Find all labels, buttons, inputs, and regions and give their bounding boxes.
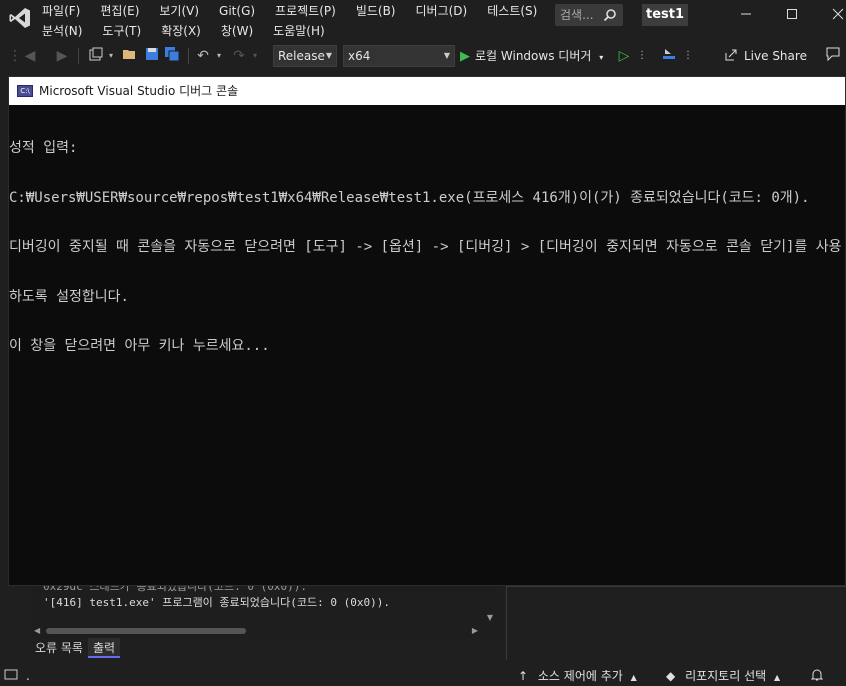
play-icon: ▶ [460, 49, 470, 64]
menu-item[interactable]: 확장(X) [161, 22, 201, 40]
console-title: Microsoft Visual Studio 디버그 콘솔 [39, 84, 239, 98]
menu-item[interactable]: 빌드(B) [356, 2, 396, 20]
status-panel-icon[interactable] [4, 666, 18, 686]
minimize-icon [741, 13, 751, 15]
output-vertical-scrollbar[interactable]: ▼ [482, 586, 498, 624]
debug-extras-icon[interactable]: ⋮ [636, 46, 648, 66]
maximize-icon [787, 9, 797, 19]
new-project-icon[interactable] [86, 46, 106, 66]
solution-configuration-select[interactable]: Release ▼ [273, 45, 337, 67]
menu-item[interactable]: 창(W) [221, 22, 253, 40]
toolbar-overflow-icon[interactable]: ⋮ [682, 46, 694, 66]
standard-toolbar: ⋮ ◀ ▶ ▾ ↶ ▾ ↷ ▾ Release ▼ x64 ▼ ▶ 로컬 Wind… [0, 42, 846, 70]
start-debugging-button[interactable]: ▶ 로컬 Windows 디버거 ▾ [460, 45, 603, 67]
live-share-icon [725, 49, 737, 61]
save-all-icon[interactable] [162, 46, 182, 66]
feedback-icon[interactable] [824, 46, 842, 66]
add-to-source-control-button[interactable]: ↑ 소스 제어에 추가 ▲ [518, 666, 637, 686]
scroll-right-arrow-icon[interactable]: ▶ [472, 624, 478, 638]
solution-platform-select[interactable]: x64 ▼ [343, 45, 455, 67]
back-navigation-icon[interactable]: ◀ [20, 46, 40, 66]
tab-output[interactable]: 출력 [87, 638, 121, 658]
right-tool-panel [506, 586, 846, 660]
console-line: 성적 입력: [9, 140, 78, 156]
run-label: 로컬 Windows 디버거 [475, 49, 592, 63]
notifications-bell-icon[interactable] [810, 666, 824, 686]
project-name-badge[interactable]: test1 [642, 4, 688, 26]
debug-console-window[interactable]: C:\ Microsoft Visual Studio 디버그 콘솔 성적 입력… [8, 76, 846, 586]
undo-dropdown-icon[interactable]: ▾ [214, 46, 224, 66]
menu-item[interactable]: 도구(T) [102, 22, 141, 40]
new-project-dropdown-icon[interactable]: ▾ [106, 46, 116, 66]
scroll-left-arrow-icon[interactable]: ◀ [34, 624, 40, 638]
minimize-button[interactable] [736, 6, 756, 26]
arrow-up-icon: ↑ [518, 669, 529, 683]
chevron-down-icon: ▼ [443, 51, 450, 60]
console-line: C:₩Users₩USER₩source₩repos₩test1₩x64₩Rel… [9, 189, 810, 206]
menu-item[interactable]: 디버그(D) [416, 2, 468, 20]
undo-icon[interactable]: ↶ [194, 46, 212, 66]
step-icon[interactable] [660, 46, 678, 66]
visual-studio-logo-icon[interactable] [8, 6, 32, 30]
menu-item[interactable]: 파일(F) [42, 2, 80, 20]
platform-value: x64 [348, 49, 371, 63]
search-placeholder: 검색... [560, 8, 594, 22]
scrollbar-thumb[interactable] [46, 628, 246, 634]
toolbar-separator [78, 48, 79, 64]
configuration-value: Release [278, 49, 325, 63]
toolbar-grip[interactable]: ⋮ [8, 46, 22, 66]
repository-label: 리포지토리 선택 [685, 669, 767, 683]
left-dock-strip [0, 70, 8, 666]
menu-item[interactable]: Git(G) [219, 2, 255, 20]
start-without-debugging-icon[interactable]: ▷ [616, 46, 632, 66]
console-title-bar[interactable]: C:\ Microsoft Visual Studio 디버그 콘솔 [9, 77, 845, 105]
menu-item[interactable]: 분석(N) [42, 22, 82, 40]
save-icon[interactable] [142, 46, 162, 66]
maximize-button[interactable] [782, 6, 802, 26]
console-line: 하도록 설정합니다. [9, 288, 129, 305]
select-repository-button[interactable]: ◆ 리포지토리 선택 ▲ [666, 666, 780, 686]
search-icon [603, 7, 617, 29]
search-box[interactable]: 검색... [555, 4, 623, 26]
source-control-label: 소스 제어에 추가 [537, 669, 623, 683]
output-line: '[416] test1.exe' 프로그램이 종료되었습니다(코드: 0 (0… [43, 596, 390, 609]
menu-item[interactable]: 보기(V) [159, 2, 199, 20]
redo-dropdown-icon[interactable]: ▾ [250, 46, 260, 66]
bottom-panel-tabs: 오류 목록 출력 [30, 638, 121, 660]
redo-icon[interactable]: ↷ [230, 46, 248, 66]
console-app-icon: C:\ [17, 85, 33, 97]
status-bar: . ↑ 소스 제어에 추가 ▲ ◆ 리포지토리 선택 ▲ [0, 666, 846, 686]
menu-bar-row-2: 분석(N) 도구(T) 확장(X) 창(W) 도움말(H) [42, 22, 345, 40]
chevron-down-icon: ▾ [599, 53, 604, 62]
console-output[interactable]: 성적 입력: C:₩Users₩USER₩source₩repos₩test1₩… [9, 107, 845, 585]
title-bar: 파일(F) 편집(E) 보기(V) Git(G) 프로젝트(P) 빌드(B) 디버그(D) 테… [0, 0, 846, 42]
repository-icon: ◆ [666, 669, 676, 683]
forward-navigation-icon[interactable]: ▶ [52, 46, 72, 66]
output-horizontal-scrollbar[interactable]: ◀ ▶ [30, 624, 482, 638]
toolbar-separator [188, 48, 189, 64]
menu-item[interactable]: 도움말(H) [273, 22, 325, 40]
menu-item[interactable]: 테스트(S) [487, 2, 537, 20]
tab-error-list[interactable]: 오류 목록 [30, 638, 88, 658]
console-line: 디버깅이 중지될 때 콘솔을 자동으로 닫으려면 [도구] -> [옵션] ->… [9, 239, 842, 255]
chevron-up-icon: ▲ [630, 673, 637, 682]
menu-item[interactable]: 프로젝트(P) [275, 2, 336, 20]
live-share-label: Live Share [744, 49, 807, 63]
live-share-button[interactable]: Live Share [724, 46, 807, 66]
scroll-down-arrow-icon[interactable]: ▼ [482, 613, 498, 622]
menu-bar-row-1: 파일(F) 편집(E) 보기(V) Git(G) 프로젝트(P) 빌드(B) 디버그(D) 테… [42, 2, 557, 20]
console-line: 이 창을 닫으려면 아무 키나 누르세요... [9, 338, 270, 354]
close-icon [832, 8, 844, 20]
open-folder-icon[interactable] [120, 46, 140, 66]
chevron-up-icon: ▲ [774, 673, 781, 682]
menu-item[interactable]: 편집(E) [100, 2, 139, 20]
chevron-down-icon: ▼ [325, 51, 332, 60]
status-text: . [26, 669, 30, 683]
close-button[interactable] [828, 6, 846, 26]
